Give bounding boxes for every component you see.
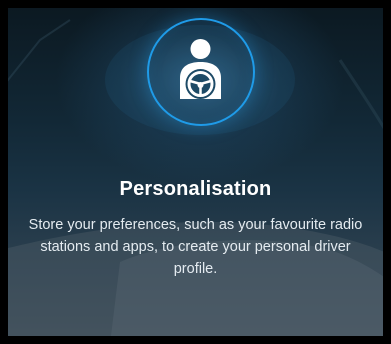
- personalisation-card: Personalisation Store your preferences, …: [0, 0, 391, 344]
- driver-steering-wheel-icon: [180, 39, 221, 99]
- card-description: Store your preferences, such as your fav…: [28, 217, 363, 277]
- card-title: Personalisation: [119, 178, 272, 200]
- driver-profile-icon-ring: [147, 18, 255, 126]
